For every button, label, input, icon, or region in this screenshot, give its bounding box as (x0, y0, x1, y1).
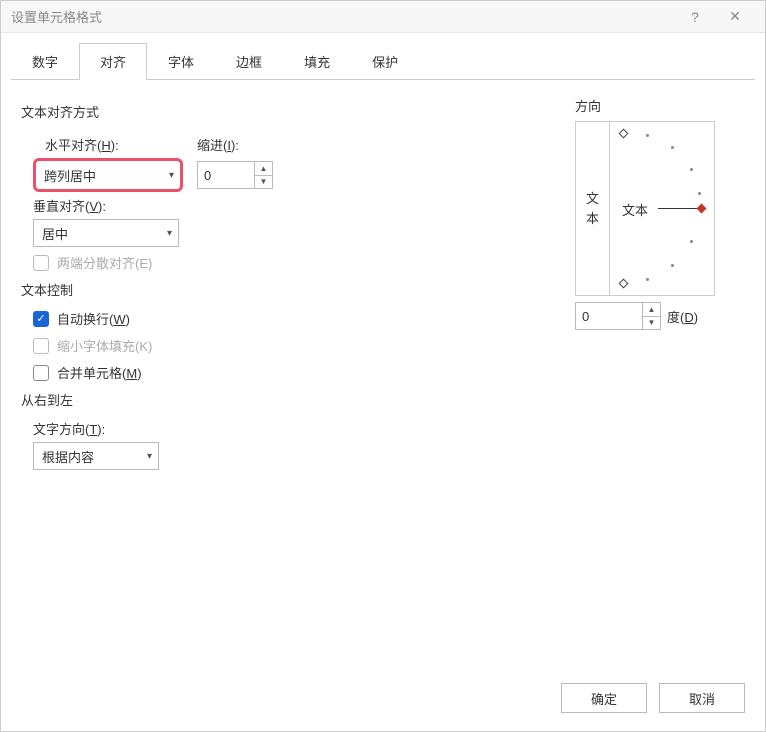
orientation-degree-spinner[interactable]: 0 ▲ ▼ (575, 302, 661, 330)
tab-number[interactable]: 数字 (11, 43, 79, 80)
orientation-dial[interactable]: 文本 (610, 122, 714, 295)
justify-distributed-row: 两端分散对齐(E) (33, 253, 565, 272)
orientation-center-text: 文本 (622, 200, 648, 219)
orientation-tick (646, 134, 649, 137)
indent-value: 0 (198, 162, 254, 188)
dialog-content: 文本对齐方式 水平对齐(H): 跨列居中 ▾ 缩进(I): (1, 80, 765, 669)
tab-border[interactable]: 边框 (215, 43, 283, 80)
orientation-left-char-1: 文 (586, 191, 599, 207)
shrink-to-fit-row: 缩小字体填充(K) (33, 336, 565, 355)
orientation-tick (690, 168, 693, 171)
orientation-tick (646, 278, 649, 281)
horizontal-align-label: 水平对齐(H): (45, 135, 183, 154)
orientation-handle-icon[interactable] (697, 204, 707, 214)
orientation-degree-up[interactable]: ▲ (643, 303, 660, 317)
vertical-align-label: 垂直对齐(V): (33, 196, 565, 215)
merge-cells-label: 合并单元格(M) (57, 363, 142, 382)
orientation-vertical-text-button[interactable]: 文 本 (576, 122, 610, 295)
dialog-footer: 确定 取消 (1, 669, 765, 731)
orientation-tick (690, 240, 693, 243)
chevron-down-icon: ▾ (169, 170, 174, 181)
ok-button[interactable]: 确定 (561, 683, 647, 713)
shrink-to-fit-label: 缩小字体填充(K) (57, 336, 152, 355)
tab-strip: 数字 对齐 字体 边框 填充 保护 (1, 33, 765, 80)
justify-distributed-checkbox (33, 255, 49, 271)
indent-label: 缩进(I): (197, 135, 273, 154)
merge-cells-checkbox[interactable] (33, 365, 49, 381)
wrap-text-row[interactable]: ✓ 自动换行(W) (33, 309, 565, 328)
vertical-align-value: 居中 (42, 224, 68, 243)
chevron-down-icon: ▾ (147, 451, 152, 462)
text-direction-row: 根据内容 ▾ (33, 442, 565, 470)
orientation-tick (671, 146, 674, 149)
indent-spinner[interactable]: 0 ▲ ▼ (197, 161, 273, 189)
wrap-text-label: 自动换行(W) (57, 309, 130, 328)
shrink-to-fit-checkbox (33, 338, 49, 354)
orientation-degree-label: 度(D) (667, 307, 698, 326)
chevron-down-icon: ▾ (167, 228, 172, 239)
cancel-button[interactable]: 取消 (659, 683, 745, 713)
format-cells-dialog: 设置单元格格式 ? ✕ 数字 对齐 字体 边框 填充 保护 文本对齐方式 水平对… (0, 0, 766, 732)
orientation-degree-row: 0 ▲ ▼ 度(D) (575, 302, 745, 330)
help-button[interactable]: ? (675, 9, 715, 25)
titlebar: 设置单元格格式 ? ✕ (1, 1, 765, 33)
orientation-degree-value: 0 (576, 303, 642, 329)
orientation-half-circle: 文本 (616, 128, 708, 289)
orientation-indicator-line (658, 208, 698, 209)
orientation-tick (671, 264, 674, 267)
tab-font[interactable]: 字体 (147, 43, 215, 80)
indent-up[interactable]: ▲ (255, 162, 272, 176)
orientation-degree-down[interactable]: ▼ (643, 317, 660, 330)
orientation-title: 方向 (575, 96, 745, 115)
vertical-align-select[interactable]: 居中 ▾ (33, 219, 179, 247)
orientation-left-char-2: 本 (586, 211, 599, 227)
orientation-diamond-bottom (619, 279, 629, 289)
dialog-title: 设置单元格格式 (11, 7, 675, 26)
section-title-text-control: 文本控制 (21, 280, 565, 299)
orientation-tick (698, 192, 701, 195)
orientation-control[interactable]: 文 本 (575, 121, 715, 296)
wrap-text-checkbox[interactable]: ✓ (33, 311, 49, 327)
text-direction-label: 文字方向(T): (33, 419, 565, 438)
horizontal-align-select[interactable]: 跨列居中 ▾ (33, 158, 183, 192)
horizontal-indent-row: 水平对齐(H): 跨列居中 ▾ 缩进(I): 0 ▲ (33, 131, 565, 192)
indent-down[interactable]: ▼ (255, 176, 272, 189)
indent-spinner-buttons: ▲ ▼ (254, 162, 272, 188)
tab-protection[interactable]: 保护 (351, 43, 419, 80)
tab-alignment[interactable]: 对齐 (79, 43, 147, 80)
text-direction-value: 根据内容 (42, 447, 94, 466)
orientation-group: 方向 文 本 (575, 96, 745, 659)
left-column: 文本对齐方式 水平对齐(H): 跨列居中 ▾ 缩进(I): (21, 96, 575, 659)
close-button[interactable]: ✕ (715, 8, 755, 25)
merge-cells-row[interactable]: 合并单元格(M) (33, 363, 565, 382)
horizontal-align-value: 跨列居中 (44, 166, 96, 185)
section-title-text-alignment: 文本对齐方式 (21, 102, 565, 121)
orientation-diamond-top (619, 129, 629, 139)
tab-fill[interactable]: 填充 (283, 43, 351, 80)
vertical-align-row: 居中 ▾ (33, 219, 565, 247)
horizontal-align-block: 水平对齐(H): 跨列居中 ▾ (33, 131, 183, 192)
indent-block: 缩进(I): 0 ▲ ▼ (197, 131, 273, 189)
text-direction-select[interactable]: 根据内容 ▾ (33, 442, 159, 470)
section-title-rtl: 从右到左 (21, 390, 565, 409)
justify-distributed-label: 两端分散对齐(E) (57, 253, 152, 272)
orientation-spinner-buttons: ▲ ▼ (642, 303, 660, 329)
